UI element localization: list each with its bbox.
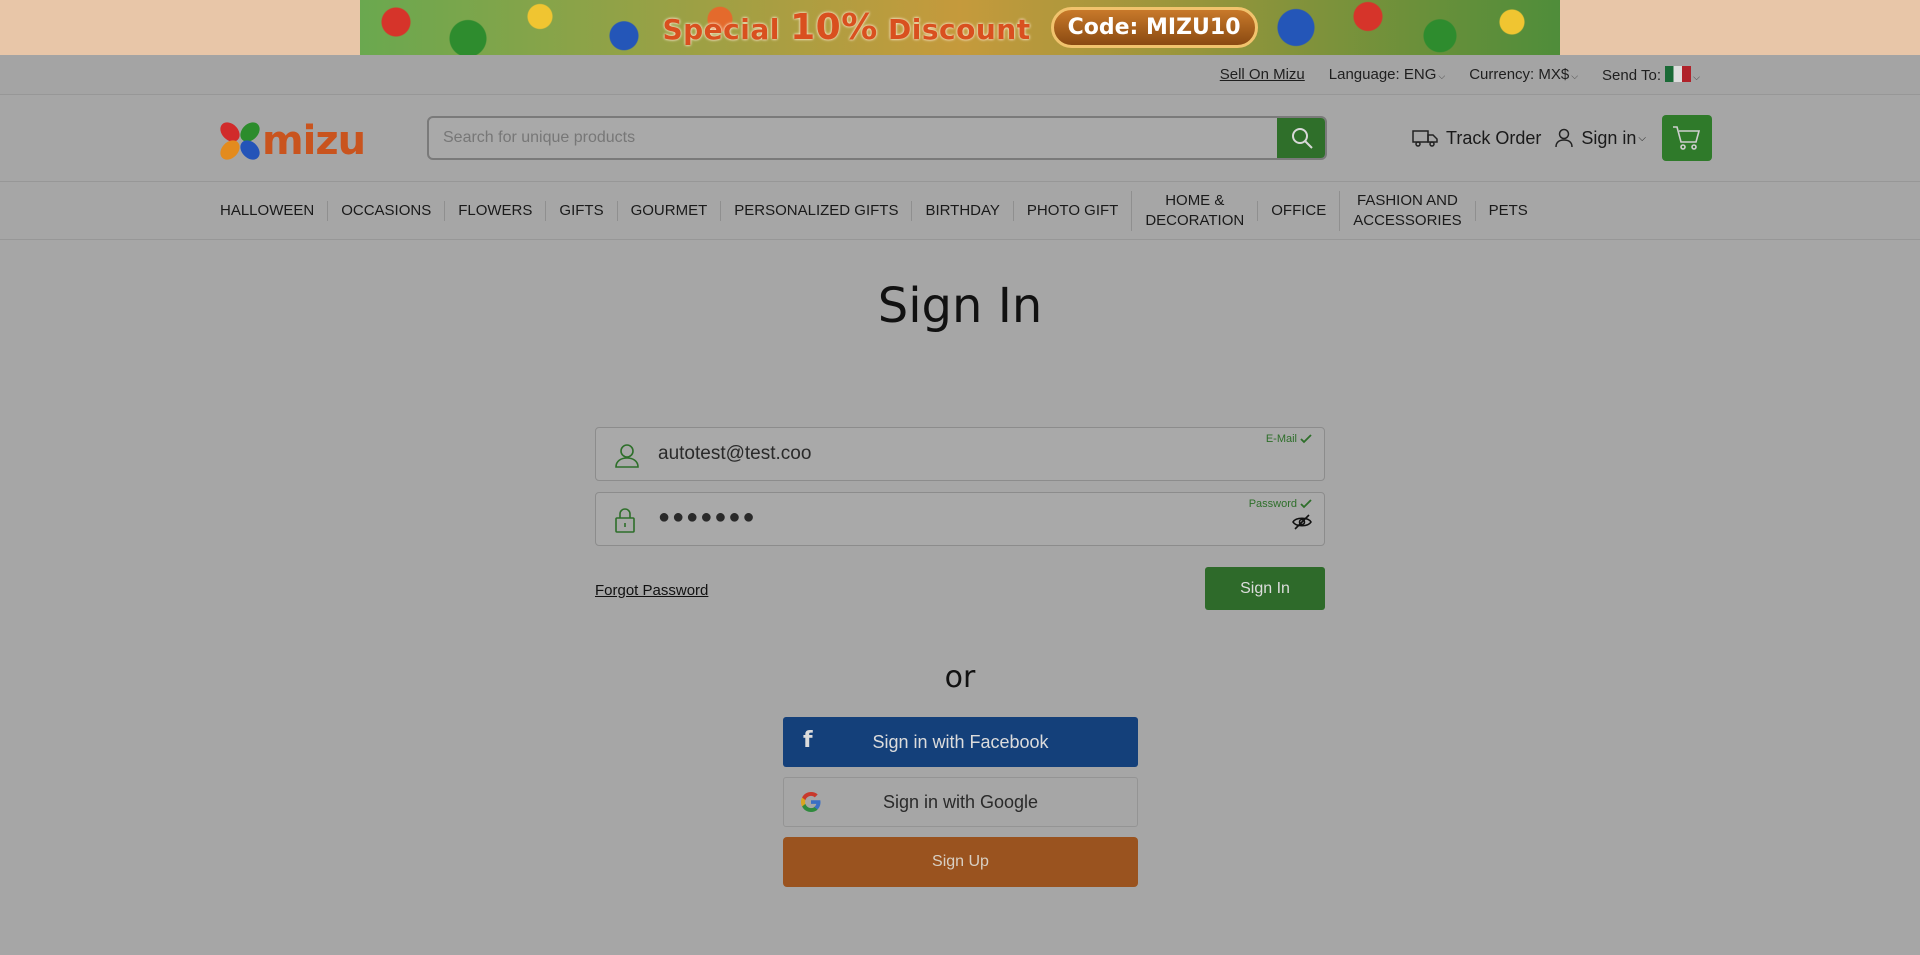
sign-in-button[interactable]: Sign In	[1205, 567, 1325, 610]
nav-item-home-decoration[interactable]: HOME & DECORATION	[1131, 190, 1257, 231]
track-order-link[interactable]: Track Order	[1412, 115, 1541, 161]
category-nav: HALLOWEEN OCCASIONS FLOWERS GIFTS GOURME…	[0, 182, 1920, 240]
chevron-down-icon: ⌵	[1438, 71, 1446, 81]
nav-item-personalized-gifts[interactable]: PERSONALIZED GIFTS	[720, 200, 911, 221]
flower-logo-icon	[216, 118, 264, 164]
promo-banner[interactable]: Special 10% Discount Code: MIZU10	[0, 0, 1920, 55]
nav-item-halloween[interactable]: HALLOWEEN	[220, 201, 327, 221]
promo-image[interactable]: Special 10% Discount Code: MIZU10	[360, 0, 1560, 55]
nav-item-occasions[interactable]: OCCASIONS	[327, 200, 444, 221]
promo-headline: Special 10% Discount	[662, 7, 1031, 48]
site-header: mizu Track Order Sign in⌵	[0, 95, 1920, 182]
search-button[interactable]	[1277, 118, 1325, 158]
email-value: autotest@test.coo	[658, 443, 812, 464]
cart-button[interactable]	[1661, 115, 1712, 161]
header-actions: Track Order Sign in ⌵	[1412, 115, 1712, 161]
password-value: ●●●●●●●	[658, 506, 757, 528]
mexico-flag-icon	[1665, 65, 1692, 82]
user-icon	[615, 444, 639, 468]
nav-item-gifts[interactable]: GIFTS	[545, 200, 616, 221]
sell-on-mizu-link[interactable]: Sell On Mizu	[1220, 66, 1305, 83]
nav-item-fashion-accessories[interactable]: FASHION AND ACCESSORIES	[1339, 190, 1474, 231]
nav-item-gourmet[interactable]: GOURMET	[616, 200, 721, 221]
language-selector[interactable]: Language: ENG ⌵	[1329, 66, 1445, 83]
nav-item-office[interactable]: OFFICE	[1257, 200, 1339, 221]
email-label: E-Mail	[1266, 433, 1312, 445]
page-title: Sign In	[877, 278, 1043, 334]
nav-item-photo-gift[interactable]: PHOTO GIFT	[1012, 200, 1131, 221]
send-to-selector[interactable]: Send To: ⌵	[1602, 65, 1700, 84]
lock-icon	[615, 508, 635, 533]
cart-icon	[1672, 126, 1701, 150]
google-icon	[801, 792, 821, 812]
chevron-down-icon: ⌵	[1693, 71, 1700, 82]
user-icon	[1555, 128, 1574, 148]
email-field[interactable]: autotest@test.coo E-Mail	[595, 427, 1325, 481]
forgot-password-link[interactable]: Forgot Password	[595, 582, 708, 599]
password-label: Password	[1249, 498, 1312, 510]
nav-item-pets[interactable]: PETS	[1474, 200, 1541, 221]
sign-up-button[interactable]: Sign Up	[783, 837, 1138, 887]
nav-item-flowers[interactable]: FLOWERS	[444, 200, 545, 221]
sign-in-menu[interactable]: Sign in ⌵	[1555, 115, 1646, 161]
logo-text: mizu	[262, 118, 366, 164]
password-field[interactable]: ●●●●●●● Password	[595, 492, 1325, 546]
or-divider: or	[944, 660, 976, 695]
truck-icon	[1412, 130, 1438, 147]
check-icon	[1300, 499, 1312, 509]
promo-code: Code: MIZU10	[1050, 7, 1258, 48]
facebook-sign-in-button[interactable]: f Sign in with Facebook	[783, 717, 1138, 767]
chevron-down-icon: ⌵	[1638, 132, 1646, 144]
check-icon	[1300, 434, 1312, 444]
facebook-icon: f	[803, 728, 813, 753]
nav-item-birthday[interactable]: BIRTHDAY	[911, 200, 1012, 221]
google-sign-in-button[interactable]: Sign in with Google	[783, 777, 1138, 827]
search-input[interactable]	[429, 118, 1277, 158]
chevron-down-icon: ⌵	[1571, 71, 1579, 81]
mizu-logo[interactable]: mizu	[216, 118, 366, 164]
utility-bar: Sell On Mizu Language: ENG ⌵ Currency: MX…	[0, 55, 1920, 95]
search-bar	[427, 116, 1327, 160]
currency-selector[interactable]: Currency: MX$ ⌵	[1469, 66, 1578, 83]
eye-off-icon[interactable]	[1292, 514, 1312, 530]
search-icon	[1292, 128, 1313, 149]
